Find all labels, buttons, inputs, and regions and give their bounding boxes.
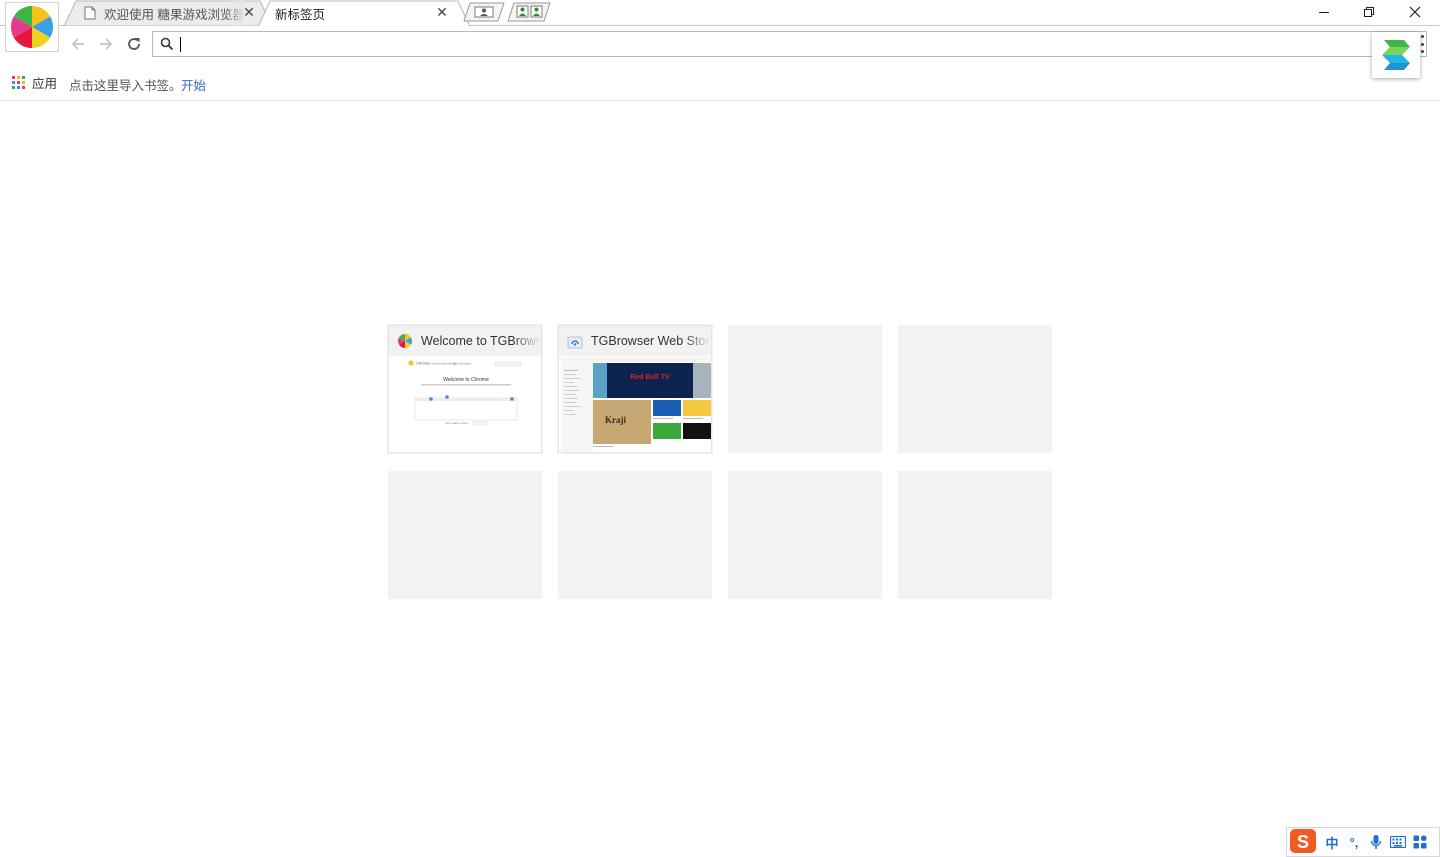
back-button[interactable] (66, 33, 90, 55)
thumb-heading: Welcome to Chrome (443, 377, 489, 383)
apps-grid-icon (12, 75, 25, 89)
reload-icon (128, 38, 140, 50)
restore-icon (1364, 7, 1374, 17)
app-logo-icon (10, 5, 54, 49)
tab-title: 欢迎使用 糖果游戏浏览器 (104, 7, 244, 22)
tab-new-tab[interactable]: 新标签页 ✕ (258, 0, 470, 27)
ime-logo-button[interactable]: S (1287, 829, 1321, 853)
ime-voice-button[interactable] (1365, 831, 1387, 853)
ime-toolbar: S 中 °, (1286, 827, 1440, 857)
keyboard-icon (1390, 836, 1406, 848)
tab-label-wrap: 欢迎使用 糖果游戏浏览器 (84, 0, 244, 26)
tile-thumbnail: Red Bull TV Kraji (561, 357, 711, 452)
tab-title: 新标签页 (275, 7, 326, 22)
close-icon (1409, 6, 1421, 18)
microphone-icon (1370, 835, 1382, 849)
multi-profile-button[interactable] (506, 2, 552, 22)
svg-text:S: S (1297, 832, 1309, 852)
grid-icon (1413, 835, 1427, 849)
profile-button[interactable] (462, 2, 506, 22)
empty-tile (898, 471, 1052, 599)
tile-thumbnail: Chrome Overview Download Beta Browser We… (391, 357, 541, 452)
app-logo-icon (398, 334, 412, 348)
reload-button[interactable] (122, 33, 146, 55)
tab-label-wrap: 新标签页 (275, 0, 425, 26)
thumb-banner: Red Bull TV (630, 374, 670, 381)
sogou-logo-icon: S (1290, 829, 1316, 853)
apps-shortcut[interactable]: 应用 (12, 74, 58, 91)
address-bar[interactable] (152, 31, 1427, 57)
empty-tile (558, 471, 712, 599)
tab-close-button[interactable]: ✕ (434, 4, 450, 20)
most-visited-tile[interactable]: Welcome to TGBrowser Chrome Overview Dow… (388, 325, 542, 453)
tile-title-bar: Welcome to TGBrowser (389, 326, 541, 356)
web-store-thumbnail: Red Bull TV Kraji (561, 357, 711, 452)
restore-button[interactable] (1346, 0, 1392, 24)
back-arrow-icon (71, 38, 84, 50)
tab-strip: 欢迎使用 糖果游戏浏览器 ✕ 新标签页 ✕ (0, 0, 1440, 27)
web-store-icon (567, 336, 583, 349)
forward-arrow-icon (100, 38, 113, 50)
toolbar (0, 26, 1440, 63)
forward-button[interactable] (94, 33, 118, 55)
most-visited-tile[interactable]: TGBrowser Web Store Red Bull TV Kraji (558, 325, 712, 453)
tab-welcome[interactable]: 欢迎使用 糖果游戏浏览器 ✕ (64, 0, 272, 26)
tab-close-button[interactable]: ✕ (241, 4, 257, 20)
minimize-icon (1319, 12, 1329, 13)
import-bookmarks-link[interactable]: 开始 (181, 75, 206, 94)
search-icon (160, 37, 174, 51)
address-input[interactable] (179, 35, 1359, 53)
profile-icon (463, 2, 505, 22)
tile-title-bar: TGBrowser Web Store (559, 326, 711, 356)
welcome-page-thumbnail: Chrome Overview Download Beta Browser We… (391, 357, 541, 452)
thumb-nav-chrome: Chrome (416, 361, 431, 366)
thumb-nav-browser: Browser (460, 362, 471, 366)
menu-dot (1420, 50, 1424, 53)
menu-dot (1420, 42, 1424, 46)
bookmark-bar: 应用 点击这里导入书签。 开始 (0, 63, 1440, 101)
thumb-search: Just search away (445, 421, 469, 425)
thumb-nav-beta: Beta (453, 362, 460, 366)
document-icon (84, 6, 96, 20)
tile-title-fade (513, 326, 541, 356)
extension-icon (1382, 40, 1410, 70)
minimize-button[interactable] (1301, 0, 1347, 24)
extension-button[interactable] (1372, 32, 1420, 78)
ime-keyboard-button[interactable] (1387, 831, 1409, 853)
menu-dots-icon (1420, 35, 1424, 38)
ime-mode-button[interactable]: 中 (1321, 831, 1343, 853)
empty-tile (898, 325, 1052, 453)
tile-title-fade (683, 326, 711, 356)
app-logo[interactable] (5, 2, 59, 52)
empty-tile (388, 471, 542, 599)
multi-profile-icon (507, 2, 551, 22)
ime-toolbox-button[interactable] (1409, 831, 1431, 853)
import-bookmarks-text: 点击这里导入书签。 (69, 79, 182, 93)
ime-punct-button[interactable]: °, (1343, 831, 1365, 853)
text-caret (180, 37, 181, 52)
thumb-logo: Kraji (605, 415, 626, 425)
apps-label: 应用 (32, 76, 58, 91)
empty-tile (728, 325, 882, 453)
close-window-button[interactable] (1392, 0, 1438, 24)
browser-window: 欢迎使用 糖果游戏浏览器 ✕ 新标签页 ✕ 应用 点击这里导入书签。 开始 We… (0, 0, 1440, 857)
empty-tile (728, 471, 882, 599)
